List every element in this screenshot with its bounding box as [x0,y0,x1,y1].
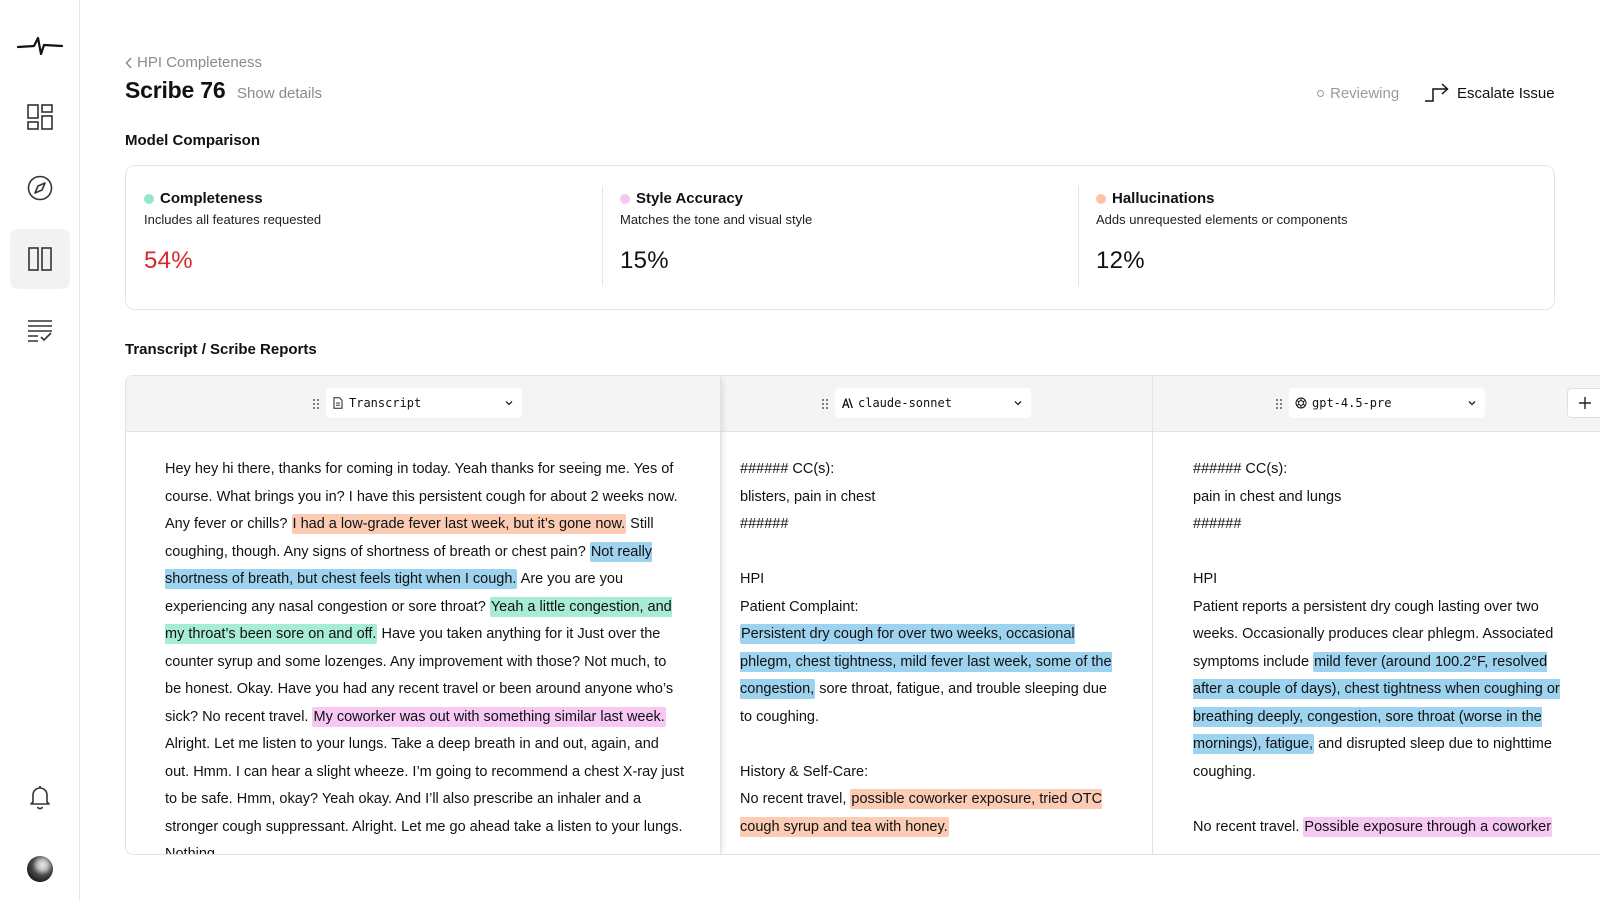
hpi-heading: HPI [740,571,765,587]
metric-description: Includes all features requested [144,212,322,227]
sidebar [0,0,80,900]
columns-icon [28,247,52,271]
hpi-heading: HPI [1193,571,1218,587]
metrics-card: Completeness Includes all features reque… [125,165,1555,310]
status-label: Reviewing [1330,85,1400,102]
transcript-column: Transcript Hey hey hi there, thanks for … [126,376,721,855]
column-model-label: claude-sonnet [858,396,952,410]
history-label: History & Self-Care: [740,763,869,780]
metric-hallucinations: Hallucinations Adds unrequested elements… [1078,166,1554,309]
metric-name: Completeness [160,190,263,207]
logo-icon[interactable] [16,34,64,58]
metric-value: 15% [620,247,669,274]
chevron-down-icon [505,401,513,406]
metric-name: Hallucinations [1112,190,1215,207]
metric-name-row: Hallucinations [1096,190,1536,207]
sidebar-item-explore[interactable] [10,158,70,218]
column-source-select[interactable]: Transcript [326,388,522,418]
report-segment: No recent travel, [740,791,851,807]
status-indicator: Reviewing [1317,85,1399,102]
metric-name-row: Style Accuracy [620,190,1060,207]
transcript-paragraph: Hey hey hi there, thanks for coming in t… [165,456,685,855]
highlight-exposure[interactable]: My coworker was out with something simil… [312,706,666,727]
complaint-label: Patient Complaint: [740,598,859,615]
anthropic-icon [842,398,853,408]
column-model-label: gpt-4.5-pre [1312,396,1392,410]
transcript-segment: Alright. Let me listen to your lungs. Ta… [165,736,685,855]
column-header: gpt-4.5-pre [1153,376,1600,432]
chevron-down-icon [1468,401,1476,406]
metric-value: 12% [1096,247,1145,274]
travel-paragraph: No recent travel. Possible exposure thro… [1193,814,1573,842]
chevron-left-icon [125,57,132,68]
column-model-select[interactable]: claude-sonnet [835,388,1031,418]
document-icon [333,397,343,409]
complaint-paragraph: Persistent dry cough for over two weeks,… [740,621,1120,731]
metric-description: Matches the tone and visual style [620,212,813,227]
cc-value: blisters, pain in chest [740,488,876,505]
model-comparison-title: Model Comparison [125,132,261,149]
status-dot-icon [1317,90,1324,97]
openai-icon [1295,397,1307,409]
completeness-dot-icon [144,193,154,204]
claude-column: claude-sonnet ###### CC(s): blisters, pa… [721,376,1153,854]
breadcrumb[interactable]: HPI Completeness [125,54,262,71]
sidebar-item-compare[interactable] [10,229,70,289]
report-segment: No recent travel. [1193,818,1304,835]
drag-handle-icon[interactable] [312,398,320,410]
highlight-exposure[interactable]: Possible exposure through a coworker [1303,816,1553,837]
hpi-paragraph: Patient reports a persistent dry cough l… [1193,594,1573,787]
style-accuracy-dot-icon [620,193,630,204]
drag-handle-icon[interactable] [821,398,829,410]
sidebar-item-dashboard[interactable] [10,87,70,147]
bell-icon [30,786,50,810]
breadcrumb-label: HPI Completeness [137,54,263,71]
reports-title: Transcript / Scribe Reports [125,341,317,358]
gpt-column: gpt-4.5-pre ###### CC(s): pain in chest … [1153,376,1600,854]
reports-panel: Transcript Hey hey hi there, thanks for … [125,375,1600,855]
metric-name: Style Accuracy [636,190,744,207]
column-model-select[interactable]: gpt-4.5-pre [1289,388,1485,418]
escalate-arrow-icon [1425,83,1449,102]
column-header: Transcript [126,376,720,432]
metric-name-row: Completeness [144,190,584,207]
page-title: Scribe 76 [125,77,226,103]
metric-description: Adds unrequested elements or components [1096,212,1348,227]
add-column-button[interactable] [1567,388,1600,418]
cc-heading: ###### CC(s): [740,461,835,477]
dashboard-icon [27,104,53,130]
column-header: claude-sonnet [721,376,1152,432]
gpt-report-text: ###### CC(s): pain in chest and lungs ##… [1193,456,1573,841]
escalate-issue-button[interactable]: Escalate Issue [1423,80,1555,106]
compass-icon [27,175,53,201]
plus-icon [1578,397,1591,409]
cc-end: ###### [1193,516,1242,532]
chevron-down-icon [1014,401,1022,406]
sidebar-item-review[interactable] [10,300,70,360]
highlight-completeness-miss[interactable]: I had a low-grade fever last week, but i… [291,514,627,534]
transcript-text: Hey hey hi there, thanks for coming in t… [165,456,685,855]
checklist-icon [28,320,52,342]
escalate-issue-label: Escalate Issue [1457,84,1555,102]
cc-value: pain in chest and lungs [1193,488,1342,505]
metric-style-accuracy: Style Accuracy Matches the tone and visu… [602,166,1078,309]
metric-value: 54% [144,247,193,274]
avatar[interactable] [27,856,53,882]
metric-completeness: Completeness Includes all features reque… [126,166,602,309]
show-details-link[interactable]: Show details [237,85,322,102]
sidebar-item-notifications[interactable] [10,767,70,827]
main-content: HPI Completeness Scribe 76 Show details … [125,0,1600,900]
drag-handle-icon[interactable] [1275,398,1283,410]
history-paragraph: No recent travel, possible coworker expo… [740,786,1120,841]
cc-end: ###### [740,516,789,532]
claude-report-text: ###### CC(s): blisters, pain in chest ##… [740,456,1120,841]
hallucinations-dot-icon [1096,193,1106,204]
cc-heading: ###### CC(s): [1193,461,1288,477]
column-source-label: Transcript [349,396,422,410]
